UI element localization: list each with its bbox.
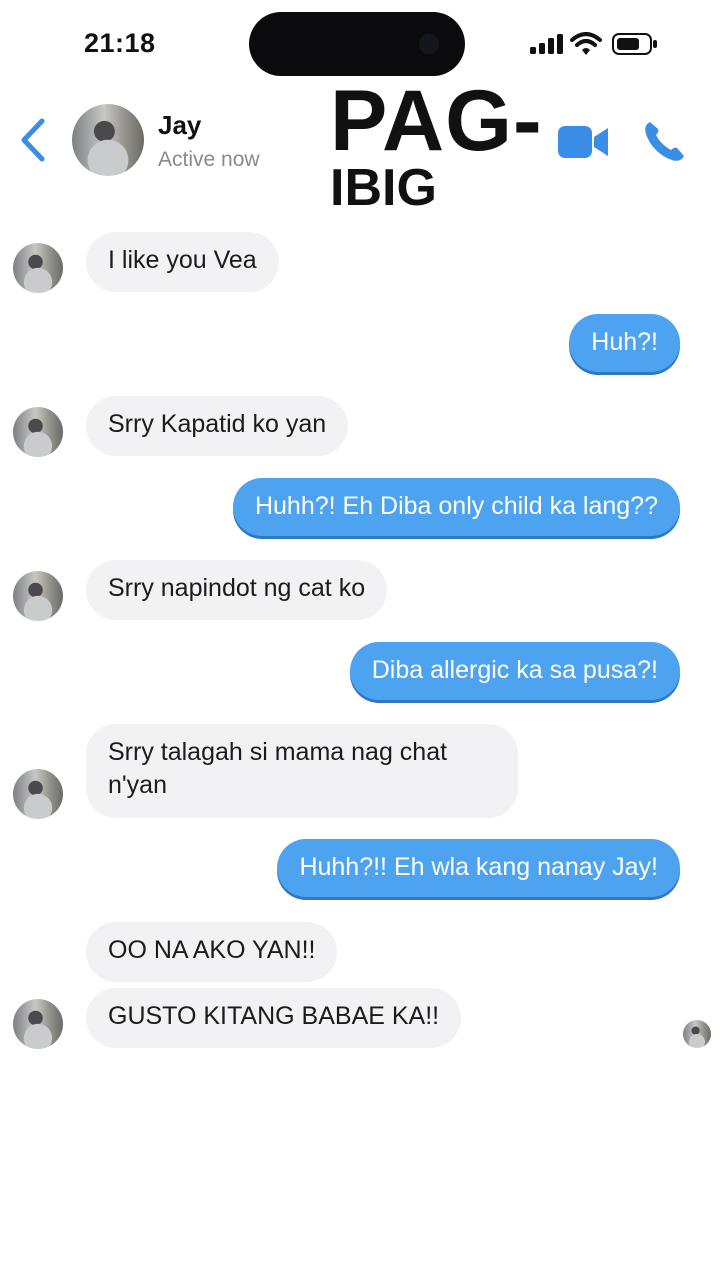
dynamic-island: [249, 12, 465, 76]
message-incoming[interactable]: Srry napindot ng cat ko: [86, 560, 388, 620]
sender-avatar[interactable]: [13, 243, 63, 293]
sender-avatar[interactable]: [13, 769, 63, 819]
presence-status: Active now: [158, 148, 260, 171]
cellular-signal-icon: [530, 34, 563, 54]
sender-avatar[interactable]: [13, 571, 63, 621]
overlay-title-line2: IBIG: [330, 159, 437, 217]
message-incoming[interactable]: OO NA AKO YAN!!: [86, 922, 338, 982]
contact-name[interactable]: Jay: [158, 110, 201, 141]
back-chevron-icon[interactable]: [18, 118, 48, 162]
message-incoming[interactable]: Srry talagah si mama nag chat n'yan: [86, 724, 518, 818]
message-outgoing[interactable]: Huhh?!! Eh wla kang nanay Jay!: [277, 839, 680, 897]
message-outgoing[interactable]: Huhh?! Eh Diba only child ka lang??: [232, 478, 680, 536]
front-camera-icon: [419, 34, 439, 54]
wifi-icon: [570, 32, 602, 55]
seen-receipt-avatar: [683, 1020, 711, 1048]
phone-call-icon[interactable]: [640, 118, 688, 166]
message-incoming[interactable]: GUSTO KITANG BABAE KA!!: [86, 988, 462, 1048]
overlay-title-line1: PAG-: [330, 73, 543, 169]
message-incoming[interactable]: Srry Kapatid ko yan: [86, 396, 349, 456]
status-time: 21:18: [84, 28, 156, 58]
sender-avatar[interactable]: [13, 407, 63, 457]
video-call-icon[interactable]: [558, 124, 610, 160]
message-outgoing[interactable]: Diba allergic ka sa pusa?!: [349, 642, 680, 700]
contact-avatar[interactable]: [72, 104, 144, 176]
message-outgoing[interactable]: Huh?!: [569, 314, 680, 372]
message-incoming[interactable]: I like you Vea: [86, 232, 279, 292]
sender-avatar[interactable]: [13, 999, 63, 1049]
battery-icon: [612, 33, 657, 55]
